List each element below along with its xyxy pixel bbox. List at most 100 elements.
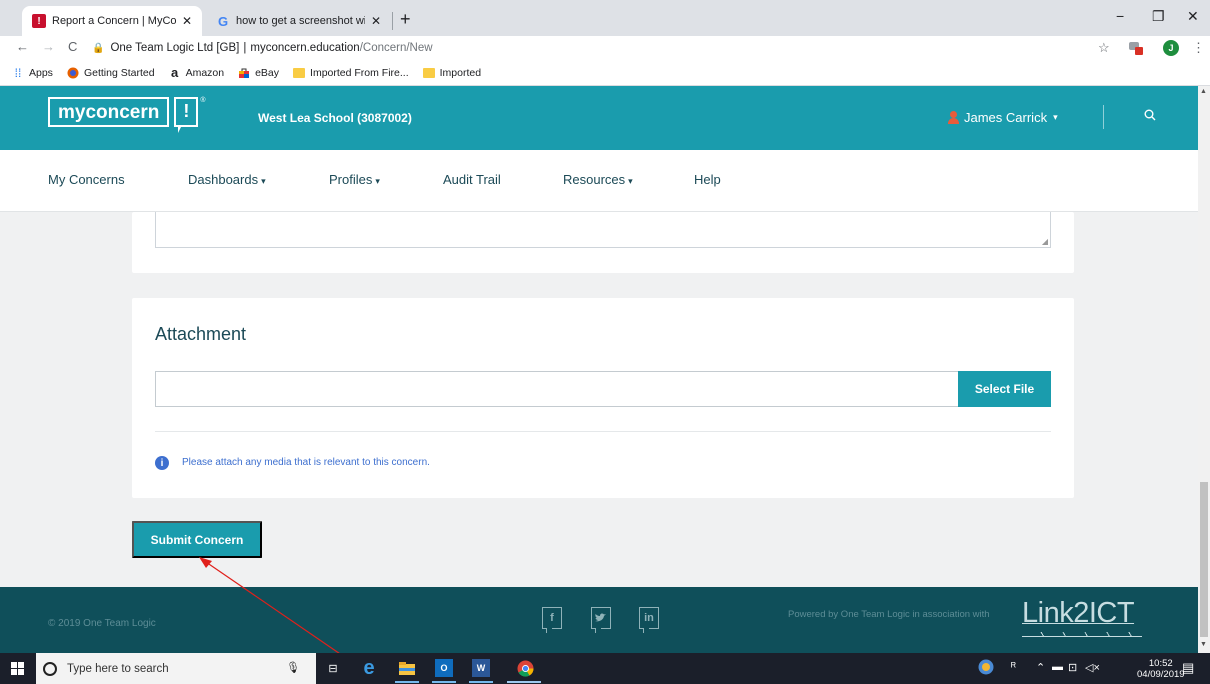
bookmark-folder-imported-from-firefox[interactable]: Imported From Fire... [293,67,409,79]
taskbar-search-box[interactable]: Type here to search 🎙 [36,653,316,684]
bookmarks-bar: ⁞⁞ Apps Getting Started a Amazon eBay Im… [0,60,1210,86]
bookmark-star-icon[interactable]: ☆ [1098,40,1110,56]
reload-button[interactable]: C [68,39,77,54]
nav-label: Profiles [329,172,373,187]
scrollbar-thumb[interactable] [1200,482,1208,637]
attachment-help-text: Please attach any media that is relevant… [182,457,430,468]
clock-time: 10:52 [1148,658,1173,669]
taskbar-search-placeholder: Type here to search [67,662,169,675]
link2ict-logo-underline [1022,632,1142,637]
attachment-card: Attachment Select File i Please attach a… [132,298,1074,498]
ebay-bag-icon [238,67,250,79]
running-indicator [507,681,541,683]
search-icon[interactable] [1144,109,1156,121]
bookmark-label: Apps [29,66,53,79]
forward-button[interactable]: → [42,39,55,54]
bookmark-amazon[interactable]: a Amazon [169,65,225,80]
bookmark-getting-started[interactable]: Getting Started [67,67,155,79]
main-navigation: My Concerns Dashboards ▾ Profiles ▾ Audit … [0,150,1198,212]
url-path: /Concern/New [359,42,433,54]
bookmark-label: Getting Started [83,66,155,79]
user-icon [948,110,960,125]
link2ict-logo[interactable]: Link2ICT [1022,597,1135,630]
restore-button[interactable]: ❐ [1152,8,1165,25]
browser-menu-icon[interactable]: ⋮ [1192,40,1205,56]
volume-icon[interactable]: ◁× [1085,661,1100,674]
close-window-button[interactable]: ✕ [1187,8,1199,25]
nav-help[interactable]: Help [694,172,721,187]
user-name: James Carrick [964,110,1048,125]
battery-icon[interactable]: ▬ [1052,661,1063,673]
bookmark-ebay[interactable]: eBay [238,67,279,79]
help-icon[interactable] [978,659,994,678]
submit-concern-button[interactable]: Submit Concern [132,521,262,558]
logo-exclamation-icon: ! [174,97,199,133]
page-scrollbar[interactable]: ▲ ▼ [1198,86,1210,653]
header-divider [1103,105,1104,129]
nav-label: Audit Trail [443,172,501,187]
address-bar[interactable]: 🔒 One Team Logic Ltd [GB] | myconcern.ed… [92,37,1117,59]
nav-audit-trail[interactable]: Audit Trail [443,172,501,187]
notifications-icon[interactable]: ▤ [1182,660,1194,676]
twitter-icon[interactable] [591,607,611,633]
back-button[interactable]: ← [16,39,29,54]
profile-avatar[interactable]: J [1163,40,1179,56]
chevron-down-icon: ▾ [261,176,266,186]
microphone-icon[interactable]: 🎙 [286,661,300,674]
windows-start-icon[interactable] [11,662,24,675]
powered-by-text: Powered by One Team Logic in association… [788,609,990,620]
linkedin-icon[interactable]: in [639,607,659,633]
scroll-down-icon[interactable]: ▼ [1200,641,1207,648]
tab-report-a-concern[interactable]: ! Report a Concern | MyConcern ✕ [22,6,202,36]
network-icon[interactable]: ⊡ [1068,661,1077,674]
word-icon[interactable]: W [472,659,490,677]
resize-handle-icon[interactable]: ◢ [1042,237,1048,246]
outlook-icon[interactable]: O [435,659,453,677]
task-view-icon[interactable]: ⊟ [324,659,342,677]
windows-taskbar: Type here to search 🎙 ⊟ e O W ᴿ ⌃ ▬ ⊡ ◁×… [0,653,1210,684]
lock-icon: 🔒 [92,42,105,54]
taskbar-clock[interactable]: 10:52 04/09/2019 [1137,658,1185,680]
user-menu[interactable]: James Carrick ▾ [948,110,1058,125]
folder-icon [293,67,306,79]
file-explorer-icon[interactable] [398,659,416,677]
site-identity: One Team Logic Ltd [GB] [110,42,240,54]
nav-resources[interactable]: Resources ▾ [563,172,633,187]
edge-icon[interactable]: e [360,657,378,679]
tab-title: how to get a screenshot window [236,15,365,27]
chrome-icon[interactable] [516,659,534,677]
running-indicator [395,681,419,683]
description-card: ◢ [132,212,1074,273]
extension-icon[interactable] [1128,41,1144,55]
browser-tab-strip: ! Report a Concern | MyConcern ✕ G how t… [0,0,1210,36]
bookmark-folder-imported[interactable]: Imported [422,67,481,79]
tab-screenshot-search[interactable]: G how to get a screenshot window ✕ [206,6,391,36]
nav-dashboards[interactable]: Dashboards ▾ [188,172,266,187]
tab-close-icon[interactable]: ✕ [371,14,381,28]
clock-date: 04/09/2019 [1137,669,1185,680]
new-tab-button[interactable]: + [400,9,411,30]
bookmark-label: Amazon [185,66,225,79]
bookmark-apps[interactable]: ⁞⁞ Apps [12,66,53,80]
google-favicon-icon: G [217,13,229,29]
info-icon: i [155,456,169,470]
chevron-down-icon: ▾ [628,176,633,186]
tab-close-icon[interactable]: ✕ [182,14,192,28]
scroll-up-icon[interactable]: ▲ [1200,88,1207,95]
amazon-icon: a [170,65,179,80]
facebook-icon[interactable]: f [542,607,562,633]
nav-label: My Concerns [48,172,125,187]
chevron-up-icon[interactable]: ⌃ [1036,661,1045,674]
nav-my-concerns[interactable]: My Concerns [48,172,125,187]
nav-profiles[interactable]: Profiles ▾ [329,172,380,187]
attachment-file-field[interactable] [155,371,958,407]
myconcern-logo[interactable]: myconcern ! ® [48,97,206,133]
tab-divider [392,12,393,30]
concern-description-textarea[interactable]: ◢ [155,212,1051,248]
cortana-icon [43,661,57,676]
select-file-button[interactable]: Select File [958,371,1051,407]
people-icon[interactable]: ᴿ [1011,661,1016,673]
bookmark-label: eBay [255,66,280,79]
divider [155,431,1051,432]
minimize-button[interactable]: − [1116,8,1124,24]
